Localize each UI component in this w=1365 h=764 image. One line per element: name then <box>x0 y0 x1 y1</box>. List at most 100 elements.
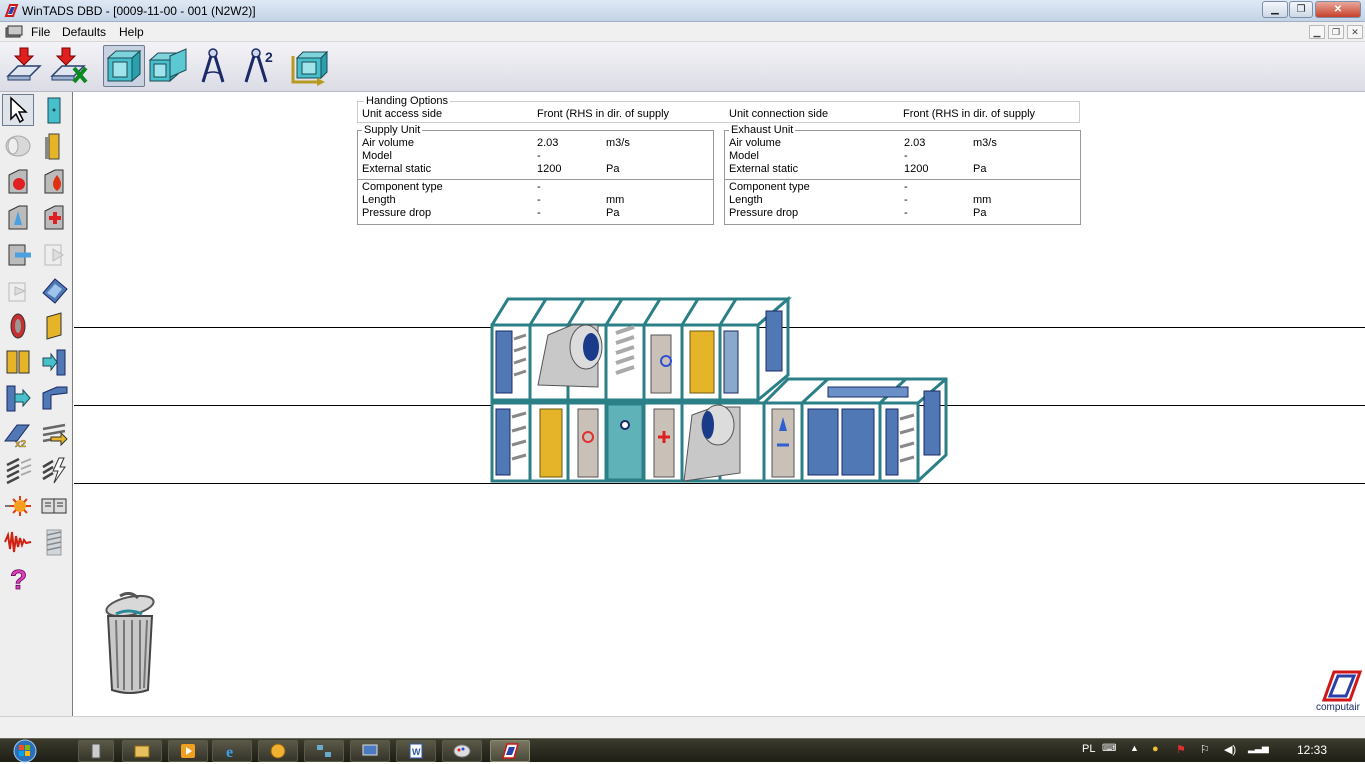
taskbar-app-mail[interactable] <box>258 740 298 762</box>
trash-can-icon[interactable] <box>102 592 158 696</box>
fire-button[interactable] <box>2 490 34 522</box>
delete-unit-icon <box>50 47 88 84</box>
language-indicator[interactable]: PL <box>1082 743 1095 755</box>
filter-panel-button[interactable] <box>38 274 70 306</box>
external-static-value[interactable]: 1200 <box>904 163 928 175</box>
mail-icon <box>270 743 286 759</box>
heat-recovery-button[interactable] <box>38 418 70 450</box>
compass-2-button[interactable]: 2 <box>238 45 280 87</box>
bag-filter-button[interactable] <box>38 310 70 342</box>
access-side-value[interactable]: Front (RHS in dir. of supply <box>537 108 669 120</box>
diffuser-disabled-button[interactable] <box>38 238 70 270</box>
pressure-drop-unit: Pa <box>606 207 620 219</box>
tray-app-icon[interactable]: ● <box>1152 743 1159 755</box>
network-signal-icon[interactable]: ▂▃▅ <box>1248 743 1269 754</box>
close-button[interactable]: ✕ <box>1315 1 1361 18</box>
wintads-icon <box>502 743 519 759</box>
door-section-button[interactable] <box>38 130 70 162</box>
air-volume-label: Air volume <box>362 137 414 149</box>
new-unit-button[interactable] <box>3 45 45 87</box>
drawing-compass-button[interactable] <box>192 45 234 87</box>
taskbar-app-wintads[interactable] <box>490 740 530 762</box>
double-tier-unit-button[interactable] <box>147 45 189 87</box>
help-button[interactable]: ? <box>2 562 34 596</box>
maximize-button[interactable]: ❐ <box>1289 1 1313 18</box>
calculator-icon <box>91 743 101 759</box>
design-canvas[interactable]: Handing Options Unit access side Front (… <box>74 92 1365 716</box>
taskbar-app-calculator[interactable] <box>78 740 114 762</box>
start-button[interactable] <box>6 739 44 763</box>
acoustic-button[interactable] <box>2 526 34 558</box>
plus-heater-icon <box>44 205 64 230</box>
exhaust-unit-title: Exhaust Unit <box>729 124 796 136</box>
volume-icon[interactable]: ◀) <box>1224 743 1236 756</box>
outlet-disabled-icon <box>8 282 27 302</box>
unit-rotate-button[interactable] <box>288 45 330 87</box>
empty-section-button[interactable] <box>38 94 70 126</box>
action-center-icon[interactable]: ⚑ <box>1176 743 1186 756</box>
logo-text: computair <box>1316 702 1360 713</box>
taskbar-app-media[interactable] <box>168 740 208 762</box>
delete-unit-button[interactable] <box>47 45 89 87</box>
air-volume-value[interactable]: 2.03 <box>904 137 925 149</box>
electrical-button[interactable] <box>38 454 70 486</box>
select-tool-button[interactable] <box>2 94 34 126</box>
length-value: - <box>537 194 541 206</box>
outlet-arrow-button[interactable] <box>2 382 34 414</box>
taskbar-app-remote[interactable] <box>350 740 390 762</box>
double-tier-unit-icon <box>148 48 187 83</box>
flag-icon[interactable]: ⚐ <box>1200 743 1210 756</box>
silencer-button[interactable] <box>2 454 34 486</box>
outlet-disabled-button[interactable] <box>2 274 34 306</box>
taskbar-app-ie[interactable]: e <box>212 740 252 762</box>
heating-coil-button[interactable] <box>2 166 34 198</box>
keyboard-icon[interactable]: ⌨ <box>1102 743 1116 754</box>
double-unit-button[interactable]: x2 <box>2 418 34 450</box>
folder-icon <box>134 745 150 758</box>
electric-heater-button[interactable] <box>38 202 70 234</box>
inlet-arrow-button[interactable] <box>38 346 70 378</box>
menu-help[interactable]: Help <box>119 25 144 39</box>
fan-grey-button[interactable] <box>2 130 34 162</box>
air-handling-unit-drawing[interactable] <box>488 295 950 485</box>
unit-rotate-icon <box>291 50 329 86</box>
panel-filter-button[interactable] <box>2 346 34 378</box>
divider <box>358 179 713 180</box>
document-icon[interactable] <box>5 25 23 39</box>
louvre-button[interactable] <box>38 526 70 558</box>
outlet-arrow-icon <box>6 385 31 412</box>
menu-file[interactable]: File <box>31 25 50 39</box>
roof-connection-button[interactable] <box>38 382 70 414</box>
taskbar-app-paint[interactable] <box>442 740 482 762</box>
connection-side-label: Unit connection side <box>729 108 829 120</box>
model-value[interactable]: - <box>904 150 908 162</box>
single-tier-unit-button[interactable] <box>103 45 145 87</box>
menu-defaults[interactable]: Defaults <box>62 25 106 39</box>
computair-logo-mark <box>1321 670 1363 702</box>
show-hidden-icons-icon[interactable]: ▲ <box>1130 743 1139 753</box>
pressure-drop-value: - <box>904 207 908 219</box>
network-icon <box>317 745 331 757</box>
manual-button[interactable] <box>38 490 70 522</box>
connection-side-value[interactable]: Front (RHS in dir. of supply <box>903 108 1035 120</box>
sound-wave-icon <box>4 531 32 553</box>
taskbar-app-word[interactable]: W <box>396 740 436 762</box>
mdi-restore-button[interactable]: ❐ <box>1328 25 1344 39</box>
supply-unit-panel: Supply Unit Air volume 2.03 m3/s Model - Ex… <box>357 124 714 225</box>
clock[interactable]: 12:33 <box>1297 743 1327 757</box>
air-volume-unit: m3/s <box>973 137 997 149</box>
air-volume-value[interactable]: 2.03 <box>537 137 558 149</box>
minimize-button[interactable]: ▁ <box>1262 1 1288 18</box>
model-value[interactable]: - <box>537 150 541 162</box>
taskbar-app-network[interactable] <box>304 740 344 762</box>
computair-logo: computair <box>1316 670 1364 714</box>
external-static-value[interactable]: 1200 <box>537 163 561 175</box>
damper-button[interactable] <box>2 310 34 342</box>
mdi-close-button[interactable]: ✕ <box>1347 25 1363 39</box>
gas-burner-button[interactable] <box>38 166 70 198</box>
taskbar-app-explorer[interactable] <box>122 740 162 762</box>
cooling-coil-button[interactable] <box>2 202 34 234</box>
mdi-minimize-button[interactable]: ▁ <box>1309 25 1325 39</box>
mixing-box-button[interactable] <box>2 238 34 270</box>
external-static-label: External static <box>362 163 432 175</box>
